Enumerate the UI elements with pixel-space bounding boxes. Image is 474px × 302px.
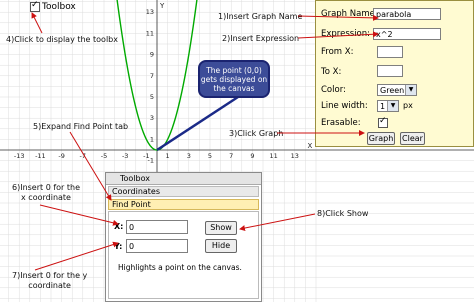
graph-settings-panel: Graph Name: parabola Expression: x^2 Fro… — [315, 0, 474, 147]
annotation-step-4: 4)Click to display the toolbx — [6, 35, 118, 44]
x-tick-label: 5 — [208, 152, 212, 160]
toolbox-window: Toolbox Coordinates Find Point X: 0 Y: 0… — [105, 172, 262, 302]
erasable-label: Erasable: — [321, 118, 361, 128]
annotation-step-8: 8)Click Show — [317, 209, 369, 218]
annotation-step-6-line2: x coordinate — [21, 193, 71, 202]
y-tick-label: -1 — [148, 157, 154, 165]
x-tick-label: -9 — [58, 152, 64, 160]
annotation-step-7-line2: coordinate — [28, 281, 71, 290]
y-tick-label: 13 — [146, 8, 154, 16]
to-x-label: To X: — [321, 67, 342, 77]
y-tick-label: 5 — [150, 93, 154, 101]
graph-button[interactable]: Graph — [367, 132, 395, 145]
x-coordinate-field[interactable]: 0 — [126, 220, 188, 234]
toolbox-title: Toolbox — [120, 174, 150, 183]
y-tick-label: 11 — [146, 29, 154, 37]
line-width-value: 1 — [380, 102, 386, 111]
x-tick-label: 7 — [229, 152, 233, 160]
y-tick-label: 7 — [150, 72, 154, 80]
toolbox-checkbox[interactable] — [30, 0, 40, 12]
pointer-line — [156, 95, 239, 152]
hide-button[interactable]: Hide — [205, 239, 237, 253]
show-button[interactable]: Show — [205, 221, 237, 235]
y-coordinate-label: Y: — [114, 242, 123, 251]
color-select-value: Green — [380, 86, 405, 95]
to-x-field[interactable] — [377, 65, 403, 77]
line-width-select[interactable]: 1 ▼ — [377, 100, 399, 112]
x-tick-label: -3 — [122, 152, 128, 160]
line-width-unit: px — [403, 101, 413, 110]
chevron-down-icon: ▼ — [405, 85, 416, 95]
x-tick-label: 13 — [291, 152, 299, 160]
annotation-step-6-line1: 6)Insert 0 for the — [12, 183, 81, 192]
expression-field[interactable]: x^2 — [373, 28, 441, 40]
y-coordinate-field[interactable]: 0 — [126, 239, 188, 253]
tab-coordinates[interactable]: Coordinates — [108, 186, 259, 197]
chevron-down-icon: ▼ — [387, 101, 398, 111]
x-tick-label: -5 — [101, 152, 107, 160]
x-coordinate-label: X: — [114, 222, 124, 231]
from-x-label: From X: — [321, 47, 354, 57]
annotation-step-3: 3)Click Graph — [229, 129, 284, 138]
annotation-step-5: 5)Expand Find Point tab — [33, 122, 129, 131]
y-axis-label: Y — [159, 2, 165, 10]
annotation-step-6: 6)Insert 0 for the x coordinate — [12, 183, 80, 203]
line-width-label: Line width: — [321, 101, 368, 111]
from-x-field[interactable] — [377, 46, 403, 58]
y-tick-label: 9 — [150, 51, 154, 59]
x-tick-label: 3 — [187, 152, 191, 160]
y-tick-label: 3 — [150, 114, 154, 122]
color-select[interactable]: Green ▼ — [377, 84, 417, 96]
callout-bubble: The point (0,0) gets displayed on the ca… — [198, 60, 270, 98]
x-tick-label: 11 — [269, 152, 277, 160]
y-tick-label: 1 — [150, 135, 154, 143]
x-tick-label: 1 — [166, 152, 170, 160]
annotation-step-7: 7)Insert 0 for the y coordinate — [12, 271, 87, 291]
graph-name-label: Graph Name: — [321, 9, 378, 19]
x-tick-label: -11 — [35, 152, 46, 160]
x-tick-label: -13 — [14, 152, 25, 160]
x-axis-label: X — [308, 142, 313, 150]
find-point-help-text: Highlights a point on the canvas. — [118, 263, 242, 272]
erasable-checkbox[interactable] — [378, 116, 388, 128]
annotation-step-2: 2)Insert Expression — [222, 34, 300, 43]
expression-label: Expression: — [321, 29, 371, 39]
clear-button[interactable]: Clear — [400, 132, 425, 145]
tab-find-point[interactable]: Find Point — [108, 199, 259, 210]
toolbox-title-bar[interactable]: Toolbox — [106, 173, 261, 185]
graph-name-field[interactable]: parabola — [373, 8, 441, 20]
annotation-step-7-line1: 7)Insert 0 for the y — [12, 271, 88, 280]
toolbox-toggle[interactable]: Toolbox — [30, 0, 76, 12]
toolbox-toggle-label: Toolbox — [42, 2, 76, 12]
x-tick-label: -7 — [80, 152, 86, 160]
annotation-step-1: 1)Insert Graph Name — [218, 12, 303, 21]
x-tick-label: 9 — [250, 152, 254, 160]
color-label: Color: — [321, 85, 346, 95]
find-point-body: X: 0 Y: 0 Show Hide Highlights a point o… — [108, 211, 259, 299]
